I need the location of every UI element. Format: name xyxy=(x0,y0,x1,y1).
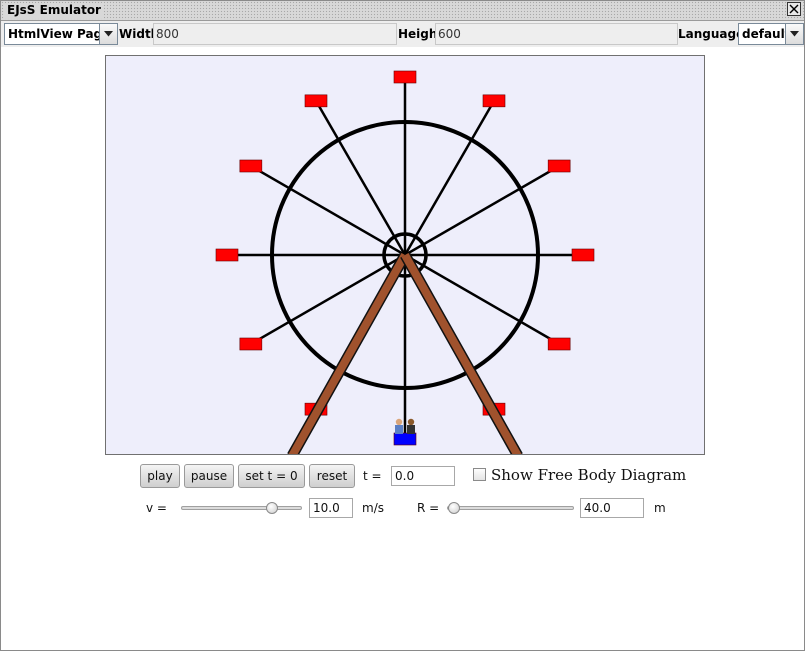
car xyxy=(393,70,417,84)
t-label: t = xyxy=(363,469,382,483)
r-slider-track[interactable] xyxy=(447,506,574,510)
language-select-value: default xyxy=(742,27,791,41)
set-t-zero-button[interactable]: set t = 0 xyxy=(238,464,305,488)
car xyxy=(304,94,328,108)
rider-car xyxy=(393,432,417,446)
play-button[interactable]: play xyxy=(140,464,180,488)
language-select[interactable]: default xyxy=(738,23,804,45)
app-window: EJsS Emulator HtmlView Page Width 800 He… xyxy=(0,0,805,651)
simulation-panel[interactable] xyxy=(105,55,705,455)
v-label: v = xyxy=(146,501,167,515)
language-select-arrow[interactable] xyxy=(785,24,803,44)
title-bar[interactable]: EJsS Emulator xyxy=(1,1,804,21)
t-input[interactable]: 0.0 xyxy=(391,466,455,486)
r-label: R = xyxy=(417,501,440,515)
close-button[interactable] xyxy=(787,2,801,16)
fbd-label: Show Free Body Diagram xyxy=(491,466,687,484)
ferris-wheel-drawing xyxy=(215,70,595,454)
car xyxy=(571,248,595,262)
car xyxy=(547,159,571,173)
r-unit: m xyxy=(654,501,666,515)
view-select-value: HtmlView Page xyxy=(8,27,111,41)
window-title: EJsS Emulator xyxy=(4,3,104,18)
support-leg xyxy=(288,253,409,454)
v-input[interactable]: 10.0 xyxy=(309,498,353,518)
car xyxy=(482,94,506,108)
chevron-down-icon xyxy=(104,31,113,37)
view-select-arrow[interactable] xyxy=(99,24,117,44)
r-slider-knob[interactable] xyxy=(448,502,460,514)
r-input[interactable]: 40.0 xyxy=(580,498,644,518)
car xyxy=(215,248,239,262)
height-field[interactable]: 600 xyxy=(435,23,678,45)
width-field[interactable]: 800 xyxy=(153,23,397,45)
view-select[interactable]: HtmlView Page xyxy=(4,23,118,45)
v-unit: m/s xyxy=(362,501,384,515)
reset-button[interactable]: reset xyxy=(309,464,355,488)
car xyxy=(547,337,571,351)
v-slider-knob[interactable] xyxy=(265,502,278,514)
chevron-down-icon xyxy=(790,31,799,37)
fbd-checkbox[interactable] xyxy=(473,468,486,481)
pause-button[interactable]: pause xyxy=(184,464,234,488)
close-icon xyxy=(789,4,799,14)
car xyxy=(239,159,263,173)
v-slider-track[interactable] xyxy=(181,506,302,510)
car xyxy=(239,337,263,351)
support-leg xyxy=(401,253,522,454)
